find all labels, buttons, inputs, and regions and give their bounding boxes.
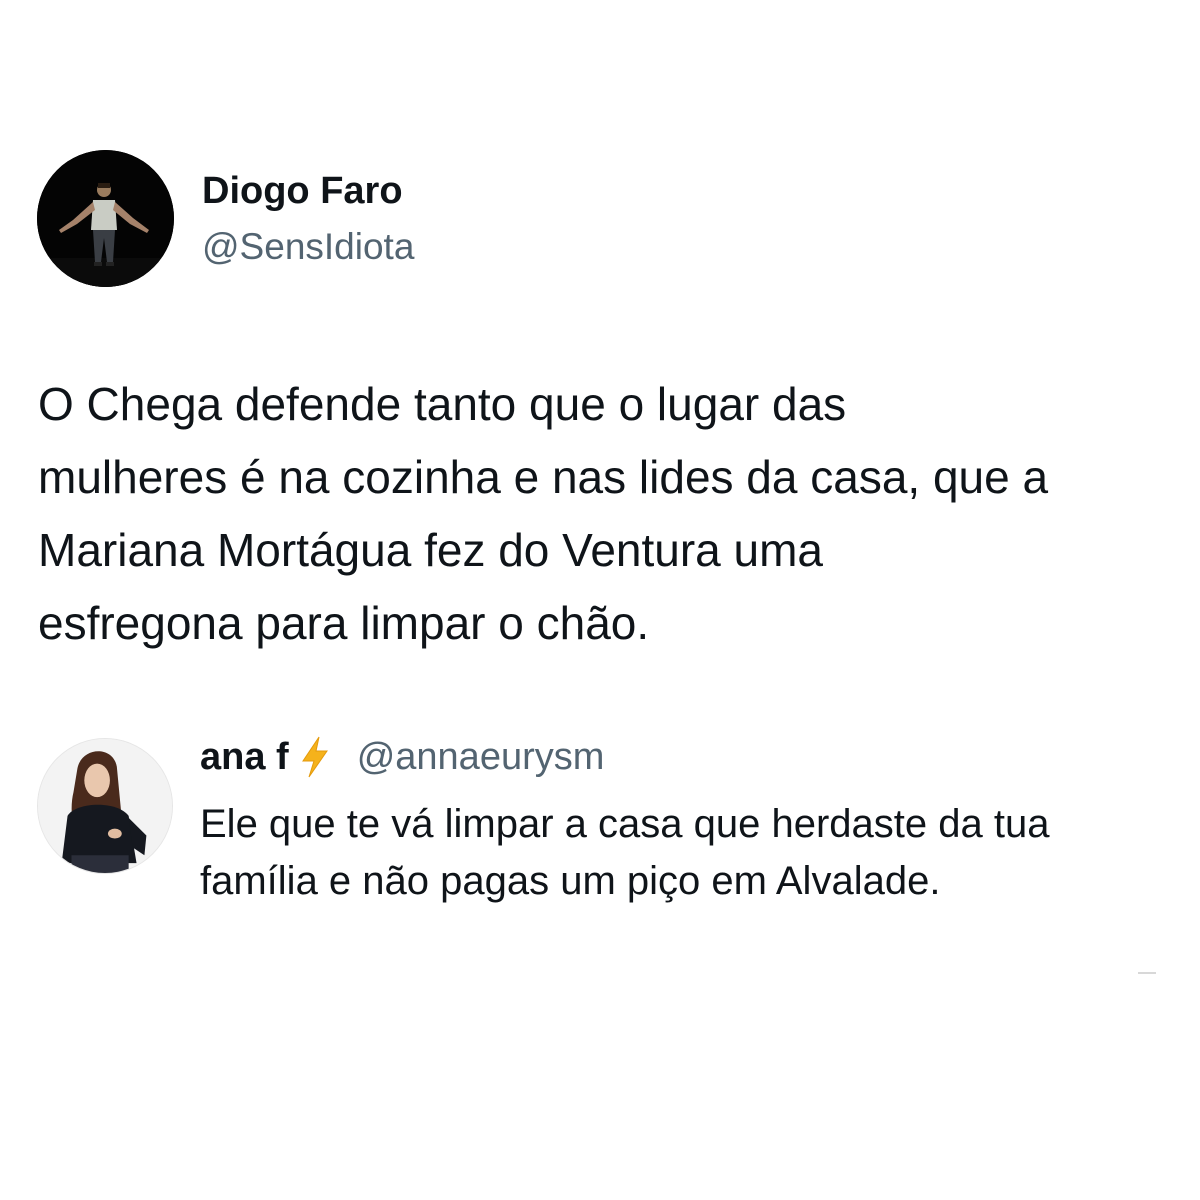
avatar-photo (37, 150, 174, 287)
tweet-text-line: O Chega defende tanto que o lugar das (38, 378, 847, 430)
author-name[interactable]: Diogo Faro (202, 170, 403, 213)
tweet-text-line: esfregona para limpar o chão. (38, 597, 650, 649)
reply-header: ana f @annaeurysm (200, 735, 604, 779)
lightning-bolt-icon (297, 735, 333, 779)
reply-text-line: família e não pagas um piço em Alvalade. (200, 859, 941, 903)
author-avatar[interactable] (37, 150, 174, 287)
reply-author-avatar[interactable] (37, 738, 173, 874)
tweet-text-line: mulheres é na cozinha e nas lides da cas… (38, 451, 1049, 503)
reply-text: Ele que te vá limpar a casa que herdaste… (200, 796, 1180, 910)
avatar-photo (38, 739, 172, 873)
reply-author-handle[interactable]: @annaeurysm (357, 736, 605, 779)
reply-text-line: Ele que te vá limpar a casa que herdaste… (200, 802, 1050, 846)
tweet-text-line: Mariana Mortágua fez do Ventura uma (38, 524, 824, 576)
reply-author-name[interactable]: ana f (200, 736, 289, 779)
divider-mark (1138, 972, 1156, 974)
author-handle[interactable]: @SensIdiota (202, 226, 414, 268)
tweet-text: O Chega defende tanto que o lugar das mu… (38, 368, 1178, 660)
